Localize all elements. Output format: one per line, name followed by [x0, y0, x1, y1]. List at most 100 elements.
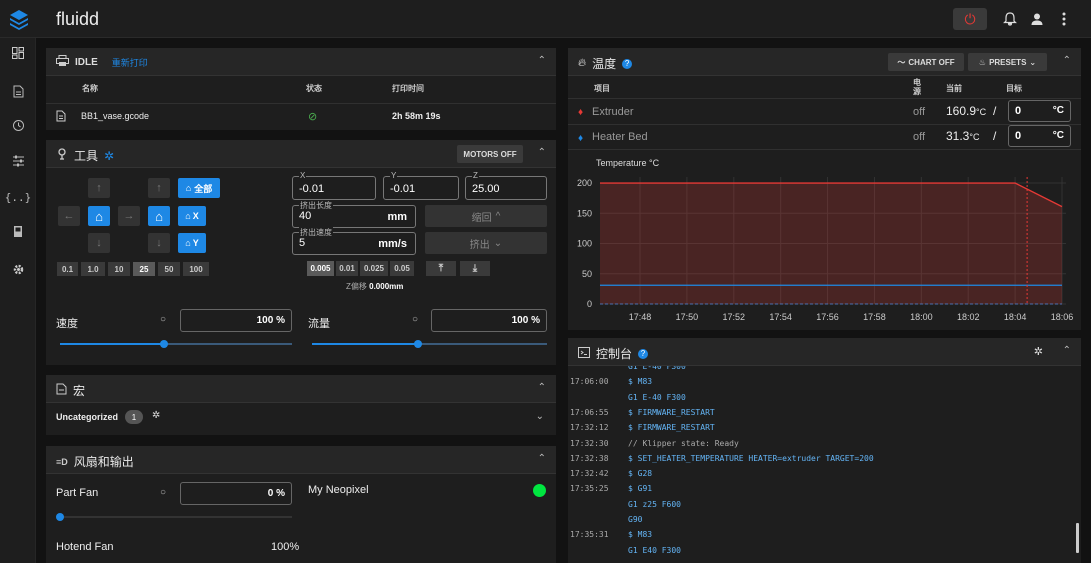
z-step-button[interactable]: 0.025: [360, 261, 388, 276]
more-vert-icon[interactable]: [1054, 9, 1074, 29]
heater-bed-slash: /: [993, 129, 997, 143]
z-label: Z: [472, 171, 479, 180]
collapse-chevron-icon[interactable]: ⌃: [538, 382, 546, 393]
step-button[interactable]: 100: [183, 262, 209, 276]
help-icon[interactable]: ?: [622, 58, 633, 69]
step-button[interactable]: 50: [158, 262, 180, 276]
arrow-down-bar-icon: ⤓: [472, 263, 478, 274]
step-button-selected[interactable]: 25: [133, 262, 155, 276]
help-icon[interactable]: ?: [638, 348, 649, 359]
user-account-icon[interactable]: [1027, 9, 1047, 29]
collapse-chevron-icon[interactable]: ⌃: [1063, 55, 1071, 66]
divider: [568, 124, 1081, 125]
console-scrollbar[interactable]: [1076, 523, 1079, 553]
console-message: $ G91: [628, 484, 653, 494]
retract-button[interactable]: 缩回 ^: [425, 205, 547, 227]
home-all-button[interactable]: ⌂ 全部: [178, 178, 220, 198]
extrude-speed-input[interactable]: 挤出速度 5 mm/s: [292, 227, 416, 255]
part-fan-slider-track[interactable]: [60, 516, 292, 518]
y-position-field[interactable]: Y -0.01: [383, 171, 459, 200]
extruder-target-input[interactable]: 0 °C: [1008, 100, 1071, 122]
dashboard-icon[interactable]: [9, 44, 27, 62]
step-button[interactable]: 1.0: [81, 262, 105, 276]
jog-y-minus-button[interactable]: ↓: [88, 233, 110, 253]
home-y-button[interactable]: ⌂ Y: [178, 233, 206, 253]
jog-x-minus-button[interactable]: ←: [58, 206, 80, 226]
console-timestamp: 17:35:25: [570, 484, 609, 494]
jog-x-plus-button[interactable]: →: [118, 206, 140, 226]
collapse-chevron-icon[interactable]: ⌃: [538, 55, 546, 66]
step-button[interactable]: 10: [108, 262, 130, 276]
macro-settings-gear-icon[interactable]: ✲: [152, 410, 160, 421]
z-position-field[interactable]: Z 25.00: [465, 171, 547, 200]
sd-card-icon[interactable]: [9, 222, 27, 240]
x-position-field[interactable]: X -0.01: [292, 171, 376, 200]
jog-z-minus-button[interactable]: ↓: [148, 233, 170, 253]
console-settings-gear-icon[interactable]: ✲: [1034, 345, 1043, 358]
home-z-button[interactable]: ⌂: [148, 206, 170, 226]
z-step-button[interactable]: 0.05: [390, 261, 414, 276]
chart-off-label: CHART OFF: [908, 57, 955, 67]
home-xy-button[interactable]: ⌂: [88, 206, 110, 226]
neopixel-color-swatch[interactable]: [533, 484, 546, 497]
col-status-header: 状态: [306, 84, 322, 93]
home-icon: ⌂: [185, 211, 191, 221]
console-timestamp: 17:32:12: [570, 423, 609, 433]
jog-y-plus-button[interactable]: ↑: [88, 178, 110, 198]
flow-input[interactable]: 100 %: [431, 309, 547, 332]
presets-dropdown[interactable]: ♨ PRESETS ⌄: [968, 53, 1047, 71]
console-timestamp: 17:32:30: [570, 438, 609, 448]
code-braces-icon[interactable]: {..}: [5, 188, 32, 206]
heater-bed-name: Heater Bed: [592, 131, 648, 143]
speed-input[interactable]: 100 %: [180, 309, 292, 332]
console-timestamp: 17:32:38: [570, 453, 609, 463]
heater-bed-target-input[interactable]: 0 °C: [1008, 125, 1071, 147]
macro-group-label[interactable]: Uncategorized: [56, 412, 118, 422]
reset-icon[interactable]: ○: [160, 314, 166, 325]
history-icon[interactable]: [9, 116, 27, 134]
extrude-length-input[interactable]: 挤出长度 40 mm: [292, 200, 416, 228]
extrude-button[interactable]: 挤出 ⌄: [425, 232, 547, 254]
power-icon: ⏻: [964, 10, 976, 27]
console-icon: [578, 346, 590, 361]
motors-off-button[interactable]: MOTORS OFF: [457, 145, 523, 163]
chart-off-button[interactable]: 〜 CHART OFF: [888, 53, 964, 71]
reset-icon[interactable]: ○: [412, 314, 418, 325]
divider: [568, 149, 1081, 150]
z-offset-up-button[interactable]: ⤒: [426, 261, 456, 276]
z-offset-down-button[interactable]: ⤓: [460, 261, 490, 276]
home-x-button[interactable]: ⌂ X: [178, 206, 206, 226]
part-fan-slider-thumb[interactable]: [56, 513, 64, 521]
notifications-bell-icon[interactable]: [1000, 9, 1020, 29]
job-file-name[interactable]: BB1_vase.gcode: [81, 111, 149, 121]
collapse-chevron-icon[interactable]: ⌃: [538, 147, 546, 158]
reset-icon[interactable]: ○: [160, 487, 166, 498]
console-output[interactable]: G1 E-40 F300 17:06:00 $ M83 G1 E-40 F300 17:…: [568, 366, 1081, 563]
settings-gear-icon[interactable]: [9, 260, 27, 278]
home-all-label: 全部: [194, 183, 213, 194]
expand-chevron-icon[interactable]: ⌄: [536, 411, 544, 422]
collapse-chevron-icon[interactable]: ⌃: [1063, 345, 1071, 356]
jobs-file-icon[interactable]: [9, 82, 27, 100]
part-fan-input[interactable]: 0 %: [180, 482, 292, 505]
reprint-link[interactable]: 重新打印: [112, 56, 148, 69]
chevron-down-icon: ⌄: [1029, 57, 1037, 67]
step-button[interactable]: 0.1: [57, 262, 78, 276]
chevron-down-icon: ⌄: [493, 237, 503, 249]
z-step-button-selected[interactable]: 0.005: [307, 261, 334, 276]
speed-slider-fill: [60, 343, 165, 345]
console-message: G1 E40 F300: [628, 545, 681, 555]
flow-slider-thumb[interactable]: [413, 340, 422, 348]
z-value: 25.00: [472, 183, 500, 195]
chart-x-tick-label: 18:06: [1051, 312, 1074, 322]
fluidd-logo-icon[interactable]: [8, 8, 30, 30]
heater-bed-fire-icon: ♦: [578, 133, 584, 144]
emergency-stop-button[interactable]: ⏻: [953, 8, 987, 30]
z-step-button[interactable]: 0.01: [336, 261, 358, 276]
flow-label: 流量: [308, 318, 330, 330]
printer-status-text: IDLE: [75, 57, 98, 68]
temperature-chart[interactable]: Temperature °C 0 50 100 150 200 17:48 17:50 17:5…: [568, 152, 1081, 330]
tune-icon[interactable]: [9, 152, 27, 170]
jog-z-plus-button[interactable]: ↑: [148, 178, 170, 198]
collapse-chevron-icon[interactable]: ⌃: [538, 453, 546, 464]
